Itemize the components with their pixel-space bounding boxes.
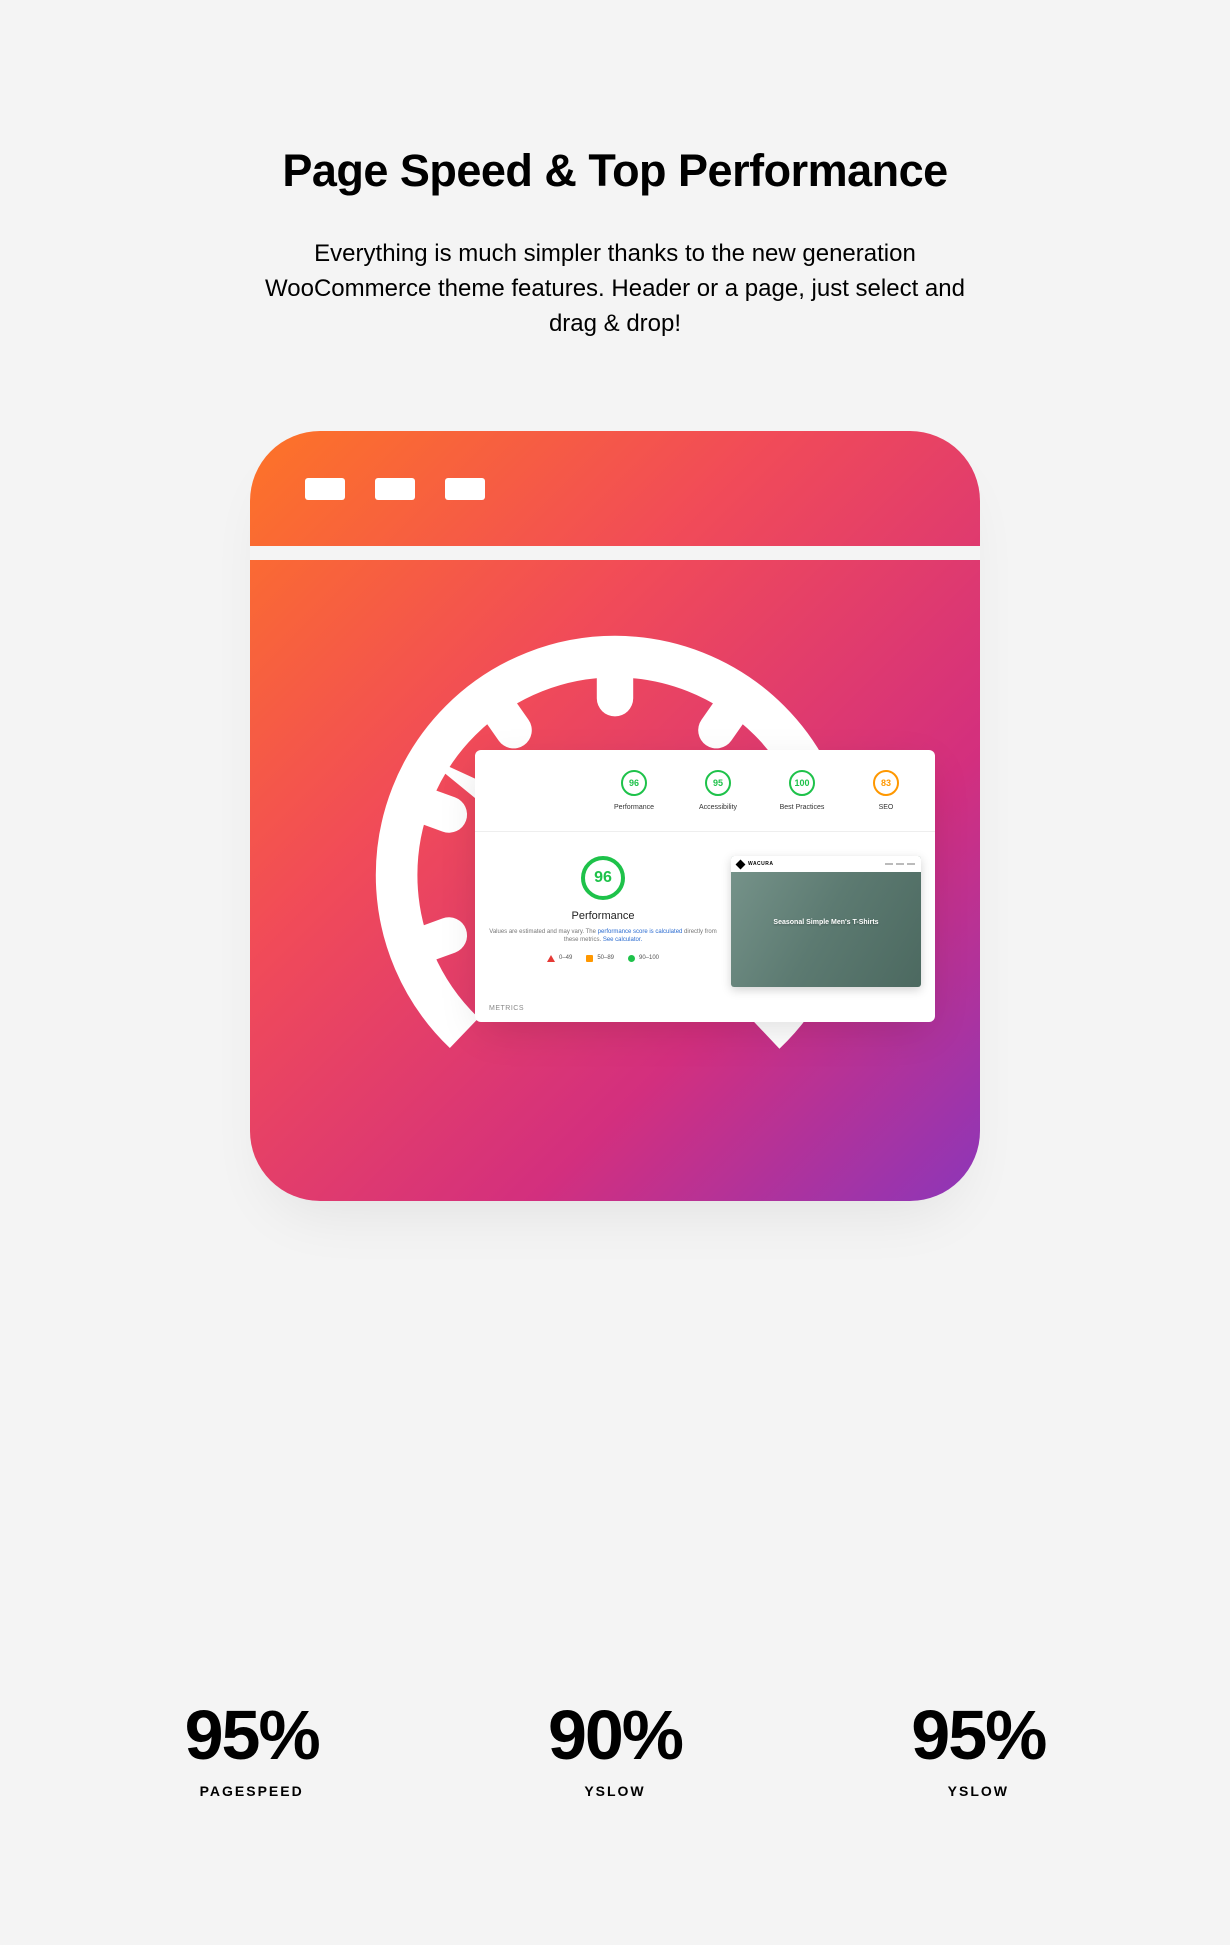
score-label: Performance: [603, 804, 665, 811]
site-thumbnail: WACURA Seasonal Simple Men's T-Shirts: [731, 856, 921, 987]
logo-icon: [736, 859, 746, 869]
thumb-brand: WACURA: [748, 861, 774, 867]
square-icon: [586, 955, 593, 962]
thumb-caption: Seasonal Simple Men's T-Shirts: [731, 919, 921, 926]
stat-pagespeed: 95% PAGESPEED: [185, 1695, 319, 1799]
score-seo: 83 SEO: [855, 770, 917, 811]
browser-title-bar: [250, 431, 980, 546]
score-performance: 96 Performance: [603, 770, 665, 811]
score-label: SEO: [855, 804, 917, 811]
window-control-icon: [445, 478, 485, 500]
window-control-icon: [375, 478, 415, 500]
score-label: Best Practices: [771, 804, 833, 811]
page-subtitle: Everything is much simpler thanks to the…: [245, 237, 985, 341]
score-calc-link[interactable]: performance score is calculated: [598, 929, 683, 935]
see-calculator-link[interactable]: See calculator.: [603, 937, 642, 943]
score-ring: 83: [873, 770, 899, 796]
stat-yslow-1: 90% YSLOW: [548, 1695, 682, 1799]
thumb-header: WACURA: [731, 856, 921, 872]
window-control-icon: [305, 478, 345, 500]
score-row: 96 Performance 95 Accessibility 100 Best…: [475, 750, 935, 832]
score-accessibility: 95 Accessibility: [687, 770, 749, 811]
page-title: Page Speed & Top Performance: [0, 145, 1230, 197]
triangle-icon: [547, 955, 555, 962]
lighthouse-panel: 96 Performance 95 Accessibility 100 Best…: [475, 750, 935, 1022]
score-ring: 96: [621, 770, 647, 796]
stat-label: YSLOW: [911, 1783, 1045, 1799]
score-label: Accessibility: [687, 804, 749, 811]
circle-icon: [628, 955, 635, 962]
stats-row: 95% PAGESPEED 90% YSLOW 95% YSLOW: [0, 1695, 1230, 1799]
performance-description: Values are estimated and may vary. The p…: [489, 928, 717, 945]
stat-label: YSLOW: [548, 1783, 682, 1799]
panel-left: 96 Performance Values are estimated and …: [489, 856, 717, 987]
stat-label: PAGESPEED: [185, 1783, 319, 1799]
big-score-ring: 96: [581, 856, 625, 900]
nav-icon: [885, 863, 915, 865]
panel-main: 96 Performance Values are estimated and …: [475, 832, 935, 997]
score-ring: 95: [705, 770, 731, 796]
legend: 0–49 50–89 90–100: [489, 955, 717, 962]
metrics-label: METRICS: [475, 997, 935, 1022]
score-ring: 100: [789, 770, 815, 796]
stat-value: 95%: [185, 1695, 319, 1775]
stat-value: 90%: [548, 1695, 682, 1775]
stat-yslow-2: 95% YSLOW: [911, 1695, 1045, 1799]
stat-value: 95%: [911, 1695, 1045, 1775]
score-best-practices: 100 Best Practices: [771, 770, 833, 811]
panel-right: WACURA Seasonal Simple Men's T-Shirts: [731, 856, 921, 987]
performance-title: Performance: [489, 910, 717, 922]
